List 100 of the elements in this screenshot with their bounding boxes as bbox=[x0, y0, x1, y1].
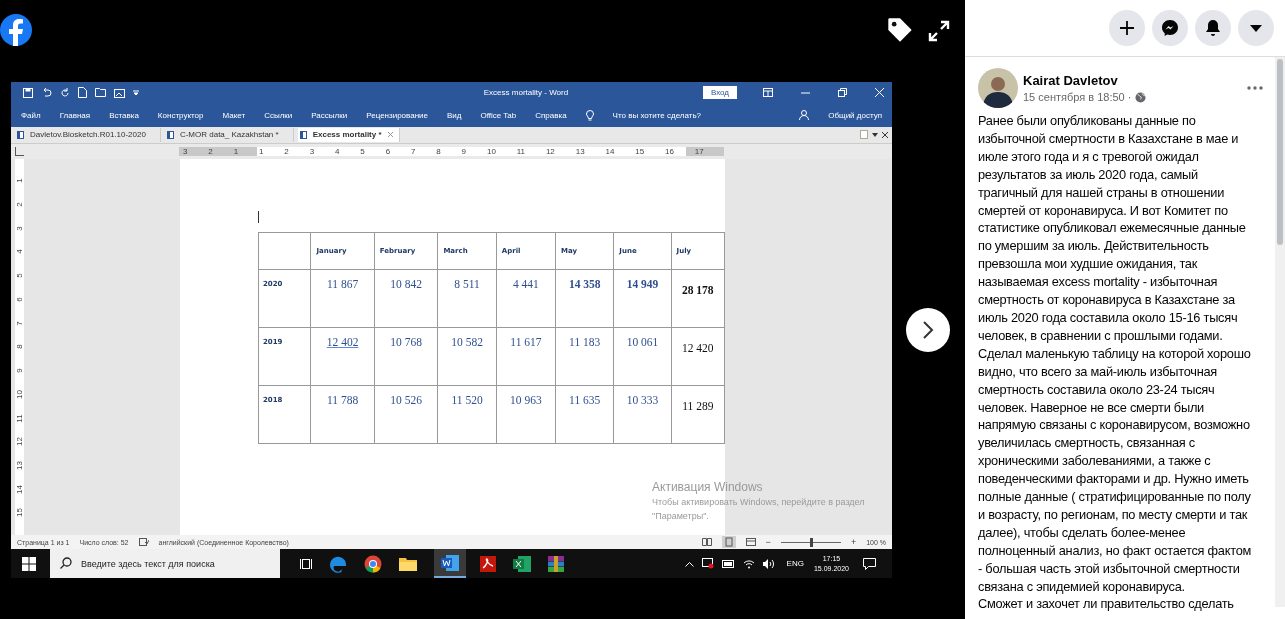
ruler-number: 2 bbox=[208, 146, 213, 156]
table-cell: 10 768 bbox=[374, 327, 438, 386]
task-view-icon[interactable] bbox=[300, 557, 312, 570]
read-mode-icon[interactable] bbox=[701, 538, 712, 546]
table-cell: 14 358 bbox=[555, 269, 614, 328]
zoom-out-button[interactable]: − bbox=[765, 537, 771, 547]
dropdown-icon[interactable] bbox=[872, 132, 878, 137]
ruler-number: 10 bbox=[15, 389, 24, 399]
wifi-icon[interactable] bbox=[742, 558, 755, 569]
ruler-number: 9 bbox=[461, 146, 467, 156]
logo-icon[interactable] bbox=[0, 14, 32, 46]
menu-tab[interactable]: Конструктор bbox=[157, 110, 204, 120]
next-button[interactable] bbox=[906, 308, 950, 352]
ruler-number: 8 bbox=[436, 146, 441, 156]
author-name[interactable]: Kairat Davletov bbox=[1023, 73, 1146, 88]
avatar[interactable] bbox=[978, 68, 1018, 108]
taskbar-search-field[interactable]: Введите здесь текст для поиска bbox=[50, 549, 280, 578]
ruler-number: 5 bbox=[15, 273, 24, 278]
ruler-number: 5 bbox=[360, 146, 365, 156]
post-text: Сможет и захочет ли правительство сделать bbox=[978, 595, 1235, 614]
document-tab[interactable]: C-MOR data_ Kazakhstan * bbox=[164, 127, 294, 142]
notification-icon[interactable] bbox=[863, 557, 876, 570]
redo-icon[interactable] bbox=[60, 87, 70, 98]
input-language[interactable]: ENG bbox=[786, 559, 804, 568]
menu-tab[interactable]: Ссылки bbox=[264, 110, 293, 120]
spreadsheet-app-icon[interactable] bbox=[513, 555, 531, 572]
new-document-icon[interactable] bbox=[78, 87, 87, 99]
web-layout-icon[interactable] bbox=[745, 538, 756, 546]
table-cell: 11 183 bbox=[555, 327, 614, 386]
more-icon[interactable] bbox=[1247, 86, 1263, 90]
vertical-ruler[interactable]: 1 2 3 4 5 6 7 8 9 10 11 12 13 14 15 bbox=[15, 158, 24, 536]
search-icon bbox=[60, 557, 72, 569]
proofing-icon[interactable] bbox=[138, 538, 149, 546]
ruler-number: 7 bbox=[15, 320, 24, 326]
ruler-number: 13 bbox=[575, 146, 585, 156]
save-icon[interactable] bbox=[23, 87, 33, 98]
lightbulb-icon[interactable] bbox=[585, 109, 594, 121]
undo-icon[interactable] bbox=[41, 87, 52, 98]
volume-icon[interactable] bbox=[762, 558, 775, 569]
chat-bubble-icon bbox=[1161, 19, 1179, 37]
bell-icon bbox=[1205, 19, 1221, 37]
start-icon[interactable] bbox=[22, 556, 36, 571]
create-button[interactable] bbox=[1109, 10, 1145, 46]
post-date[interactable]: 15 сентября в 18:50 · bbox=[1023, 91, 1135, 103]
ribbon-display-icon[interactable] bbox=[763, 88, 773, 98]
restore-icon[interactable] bbox=[838, 88, 847, 98]
expand-icon[interactable] bbox=[927, 19, 951, 43]
table-cell: 12 402 bbox=[310, 327, 375, 386]
menu-tab[interactable]: Рецензирование bbox=[366, 110, 428, 120]
menu-tab[interactable]: Макет bbox=[222, 110, 246, 120]
image-icon[interactable] bbox=[114, 87, 125, 98]
chevron-up-icon[interactable] bbox=[684, 560, 694, 567]
document-tab[interactable]: Excess mortality * bbox=[297, 127, 400, 142]
ruler-number: 11 bbox=[15, 413, 24, 423]
ruler-number: 7 bbox=[410, 146, 416, 156]
document-tab[interactable]: Davletov.Biosketch.R01.10-2020 bbox=[15, 127, 161, 142]
tell-me-field[interactable]: Что вы хотите сделать? bbox=[612, 110, 702, 120]
ruler-number: 6 bbox=[15, 297, 24, 302]
table-cell: 11 289 bbox=[671, 385, 725, 444]
menu-tab[interactable]: Вставка bbox=[109, 110, 139, 120]
sign-in-button[interactable]: Вход bbox=[702, 86, 737, 100]
menu-tab[interactable]: Справка bbox=[535, 110, 567, 120]
reader-app-icon[interactable] bbox=[480, 555, 496, 572]
table-cell: 10 333 bbox=[613, 385, 672, 444]
menu-tab[interactable]: Office Tab bbox=[480, 110, 517, 120]
scrollbar[interactable] bbox=[1275, 57, 1285, 607]
zoom-in-button[interactable]: + bbox=[850, 537, 857, 547]
customize-icon[interactable] bbox=[133, 89, 139, 96]
table-cell: 11 788 bbox=[310, 385, 375, 444]
person-icon[interactable] bbox=[799, 110, 810, 121]
ruler-number: 1 bbox=[233, 146, 239, 156]
table-cell: 10 526 bbox=[374, 385, 438, 444]
ruler-number: 8 bbox=[15, 344, 24, 350]
zoom-slider-thumb[interactable] bbox=[809, 537, 813, 547]
table-cell: 14 949 bbox=[613, 269, 672, 328]
share-button[interactable]: Общий доступ bbox=[828, 110, 882, 120]
close-icon[interactable] bbox=[882, 131, 888, 138]
folder-icon[interactable] bbox=[95, 88, 106, 98]
security-tray-icon[interactable] bbox=[701, 558, 714, 569]
ruler-number: 15 bbox=[635, 146, 645, 156]
table-cell: 4 441 bbox=[496, 269, 556, 328]
menu-tab[interactable]: Файл bbox=[21, 110, 41, 120]
table-cell: 11 867 bbox=[310, 269, 375, 328]
tag-icon[interactable] bbox=[886, 16, 914, 44]
ruler-number: 6 bbox=[385, 146, 391, 156]
folder-icon[interactable] bbox=[399, 556, 417, 571]
browser-icon[interactable] bbox=[364, 554, 382, 573]
messenger-button[interactable] bbox=[1152, 10, 1188, 46]
archive-app-icon[interactable] bbox=[548, 555, 564, 572]
notifications-button[interactable] bbox=[1195, 10, 1231, 46]
ruler-number: 1 bbox=[15, 178, 24, 183]
battery-icon[interactable] bbox=[721, 559, 735, 568]
ruler[interactable]: 3 2 1 1 2 3 4 5 6 7 8 9 10 11 12 13 14 15 16 17 bbox=[179, 146, 724, 156]
menu-tab[interactable]: Вид bbox=[447, 110, 462, 120]
account-menu-button[interactable] bbox=[1238, 10, 1274, 46]
document-app-icon[interactable] bbox=[441, 554, 459, 571]
print-layout-icon[interactable] bbox=[721, 536, 736, 548]
menu-tab[interactable]: Главная bbox=[59, 110, 91, 120]
tab-selector[interactable] bbox=[15, 146, 24, 156]
menu-tab[interactable]: Рассылки bbox=[311, 110, 348, 120]
